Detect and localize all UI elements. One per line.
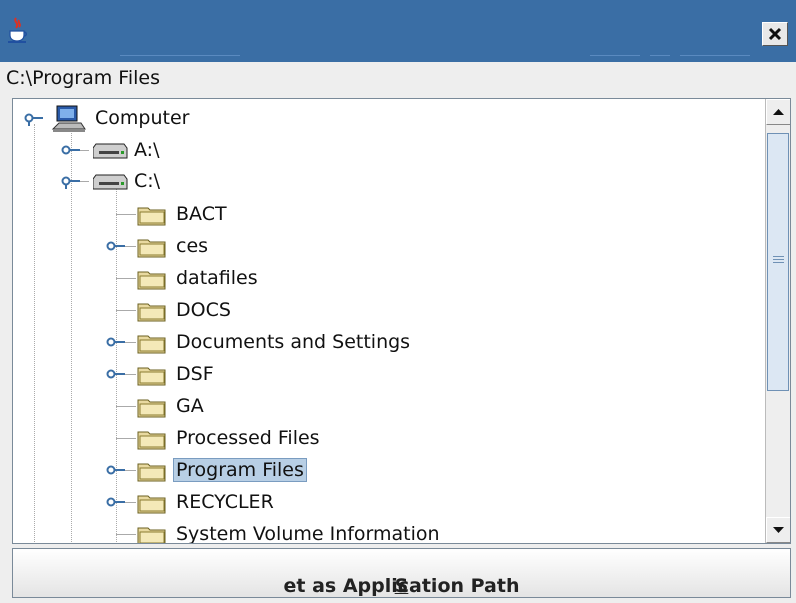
tree-node-label: datafiles — [176, 267, 258, 289]
tree-node-label: A:\ — [134, 139, 160, 161]
tree-node-label: Program Files — [173, 458, 307, 482]
collapsed-handle-icon[interactable] — [106, 336, 126, 350]
set-application-path-button[interactable]: Set as Application Path — [12, 548, 791, 598]
folder-icon — [137, 271, 166, 290]
scroll-up-button[interactable] — [766, 99, 790, 125]
title-decoration — [650, 55, 670, 56]
expanded-handle-icon[interactable] — [61, 175, 81, 189]
tree-node-folder[interactable]: GA — [13, 391, 753, 422]
java-cup-icon — [8, 17, 27, 43]
folder-icon — [137, 207, 166, 226]
tree-node-folder[interactable]: RECYCLER — [13, 487, 753, 518]
tree-node-folder[interactable]: Processed Files — [13, 423, 753, 454]
tree-node-folder[interactable]: BACT — [13, 199, 753, 230]
close-icon — [768, 27, 782, 41]
folder-icon — [137, 527, 166, 543]
scroll-down-button[interactable] — [766, 517, 790, 543]
folder-icon — [137, 367, 166, 386]
thumb-grip — [773, 256, 784, 257]
tree-node-label: C:\ — [134, 170, 161, 192]
tree-node-label: ces — [176, 235, 209, 257]
title-decoration — [680, 55, 750, 56]
computer-icon — [51, 105, 86, 132]
drive-icon — [93, 174, 128, 190]
folder-icon — [137, 463, 166, 482]
folder-icon — [137, 431, 166, 450]
collapsed-handle-icon[interactable] — [106, 368, 126, 382]
tree-node-folder[interactable]: System Volume Information — [13, 519, 753, 544]
tree-node-drive-c[interactable]: C:\ — [13, 166, 753, 197]
close-button[interactable] — [762, 22, 788, 46]
title-decoration — [590, 55, 640, 56]
thumb-grip — [773, 259, 784, 260]
collapsed-handle-icon[interactable] — [61, 144, 81, 158]
folder-icon — [137, 495, 166, 514]
folder-icon — [137, 399, 166, 418]
tree-node-folder[interactable]: DOCS — [13, 295, 753, 326]
tree-node-computer[interactable]: Computer — [13, 103, 753, 134]
tree-node-label: BACT — [176, 203, 227, 225]
collapsed-handle-icon[interactable] — [106, 240, 126, 254]
folder-icon — [137, 303, 166, 322]
directory-tree[interactable]: Computer A:\ C:\ BACT ces datafiles DOCS… — [12, 98, 791, 544]
tree-node-label: Computer — [95, 107, 190, 129]
title-decoration — [120, 55, 240, 56]
tree-node-folder[interactable]: ces — [13, 231, 753, 262]
tree-node-label: RECYCLER — [176, 491, 274, 513]
tree-node-folder-selected[interactable]: Program Files — [13, 455, 753, 486]
current-path-label: C:\Program Files — [6, 67, 160, 89]
expanded-handle-icon[interactable] — [24, 112, 44, 126]
title-bar[interactable] — [0, 0, 796, 62]
button-label-rest: et as Application Path — [283, 575, 520, 597]
tree-node-label: DOCS — [176, 299, 231, 321]
tree-node-label: DSF — [176, 363, 214, 385]
collapsed-handle-icon[interactable] — [106, 496, 126, 510]
tree-node-label: Processed Files — [176, 427, 320, 449]
tree-node-label: GA — [176, 395, 204, 417]
arrow-up-icon — [773, 109, 784, 115]
tree-node-folder[interactable]: datafiles — [13, 263, 753, 294]
folder-icon — [137, 335, 166, 354]
arrow-down-icon — [773, 527, 784, 533]
drive-icon — [93, 143, 128, 159]
tree-node-drive-a[interactable]: A:\ — [13, 135, 753, 166]
scroll-thumb[interactable] — [767, 133, 789, 391]
tree-node-label: System Volume Information — [176, 523, 440, 544]
tree-node-label: Documents and Settings — [176, 331, 411, 353]
collapsed-handle-icon[interactable] — [106, 464, 126, 478]
thumb-grip — [773, 262, 784, 263]
current-path-bar: C:\Program Files — [0, 62, 796, 96]
vertical-scrollbar[interactable] — [765, 99, 790, 543]
tree-node-folder[interactable]: Documents and Settings — [13, 327, 753, 358]
tree-node-folder[interactable]: DSF — [13, 359, 753, 390]
folder-icon — [137, 239, 166, 258]
